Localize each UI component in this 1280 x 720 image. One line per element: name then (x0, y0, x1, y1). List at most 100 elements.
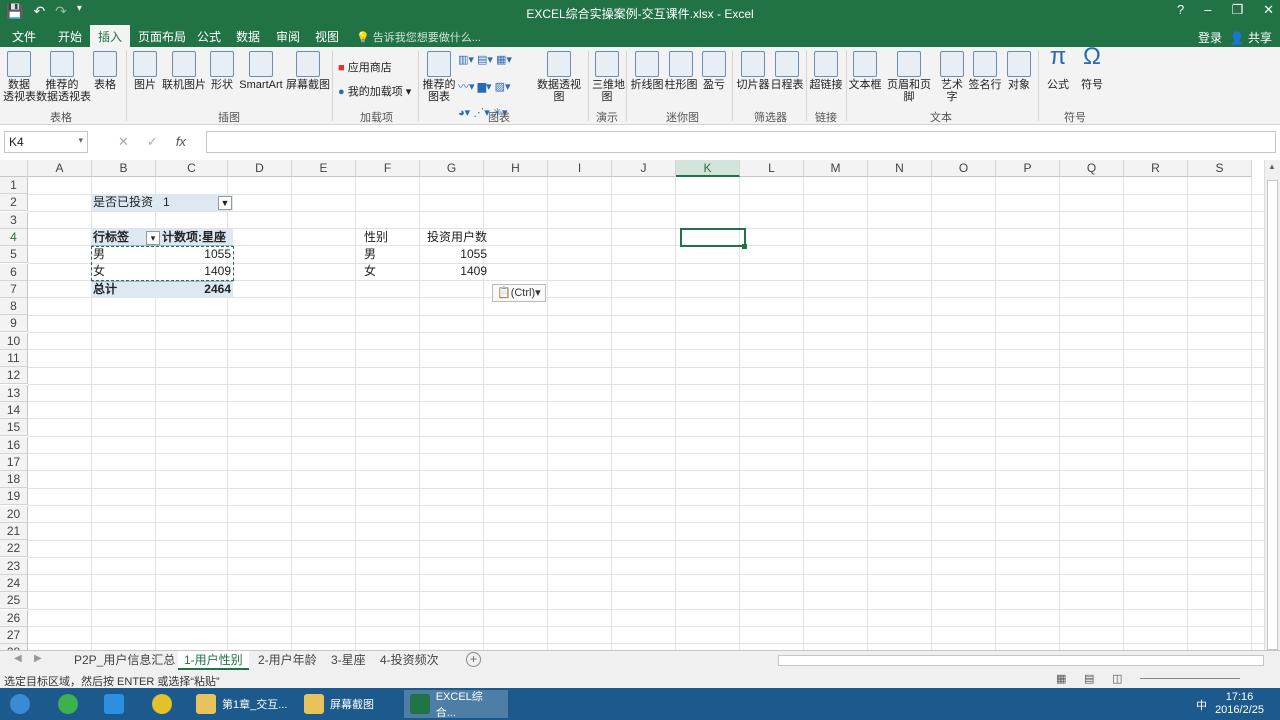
fx-icon[interactable]: fx (176, 134, 186, 150)
normal-view-icon[interactable]: ▦ (1056, 672, 1066, 685)
row-header[interactable]: 25 (0, 592, 28, 610)
ime-indicator[interactable]: 中 (1196, 697, 1207, 713)
scroll-up-icon[interactable]: ▲ (1268, 162, 1276, 171)
row-header[interactable]: 12 (0, 367, 28, 385)
add-sheet-icon[interactable]: + (466, 652, 481, 667)
zoom-slider[interactable] (1140, 678, 1240, 679)
column-header[interactable]: K (676, 160, 740, 177)
column-header[interactable]: J (612, 160, 676, 177)
tab-review[interactable]: 审阅 (276, 28, 300, 45)
hyperlink-button[interactable]: 超链接 (808, 51, 844, 91)
minimize-icon[interactable]: – (1204, 2, 1211, 18)
row-header[interactable]: 15 (0, 419, 28, 437)
timeline-button[interactable]: 日程表 (770, 51, 804, 91)
tab-file[interactable]: 文件 (12, 28, 36, 45)
column-header[interactable]: P (996, 160, 1060, 177)
row-header[interactable]: 17 (0, 453, 28, 471)
row-header[interactable]: 26 (0, 609, 28, 627)
row-header[interactable]: 20 (0, 505, 28, 523)
copy-table-value[interactable]: 1055 (426, 246, 487, 263)
copy-table-label[interactable]: 男 (364, 246, 376, 263)
picture-button[interactable]: 图片 (130, 51, 160, 91)
shapes-button[interactable]: 形状 (208, 51, 236, 91)
row-header[interactable]: 4 (0, 228, 28, 246)
horizontal-scrollbar[interactable] (778, 655, 1264, 666)
tab-formulas[interactable]: 公式 (197, 28, 221, 45)
row-header[interactable]: 24 (0, 574, 28, 592)
taskbar-window[interactable]: 屏幕截图 (298, 690, 402, 718)
column-header[interactable]: Q (1060, 160, 1124, 177)
symbol-button[interactable]: Ω 符号 (1076, 45, 1108, 92)
3d-map-button[interactable]: 三维地 图 (592, 51, 625, 103)
column-header[interactable]: C (156, 160, 228, 177)
pivot-filter-label[interactable]: 是否已投资 (93, 194, 153, 211)
pivot-row-label-header[interactable]: 行标签 (93, 229, 129, 246)
row-header[interactable]: 5 (0, 246, 28, 264)
column-header[interactable]: I (548, 160, 612, 177)
sheet-tab[interactable]: 4-投资频次 (374, 651, 445, 670)
formula-input[interactable] (206, 131, 1276, 153)
scroll-tabs-right-icon[interactable]: ▶ (34, 653, 42, 664)
scroll-tabs-left-icon[interactable]: ◀ (14, 653, 22, 664)
copy-table-label[interactable]: 女 (364, 263, 376, 280)
tab-home[interactable]: 开始 (58, 28, 82, 45)
page-break-view-icon[interactable]: ◫ (1112, 672, 1122, 685)
sparkline-winloss-button[interactable]: 盈亏 (700, 51, 728, 91)
vertical-scroll-thumb[interactable] (1267, 180, 1278, 650)
help-icon[interactable]: ? (1177, 2, 1184, 18)
row-header[interactable]: 1 (0, 177, 28, 194)
column-header[interactable]: D (228, 160, 292, 177)
header-footer-button[interactable]: 页眉和页脚 (882, 51, 936, 103)
taskbar-pinned-app[interactable] (52, 690, 90, 718)
taskbar-window-active[interactable]: EXCEL综合... (404, 690, 508, 719)
pivot-value-header[interactable]: 计数项:星座 (162, 229, 226, 246)
taskbar-window[interactable]: 第1章_交互... (190, 690, 294, 718)
column-header[interactable]: A (28, 160, 92, 177)
table-button[interactable]: 表格 (90, 51, 120, 91)
textbox-button[interactable]: 文本框 (848, 51, 882, 91)
row-header[interactable]: 11 (0, 350, 28, 367)
row-header[interactable]: 3 (0, 211, 28, 229)
row-header[interactable]: 18 (0, 471, 28, 489)
taskbar-pinned-app[interactable] (98, 690, 136, 718)
column-header[interactable]: N (868, 160, 932, 177)
row-header[interactable]: 7 (0, 280, 28, 298)
enter-icon[interactable]: ✓ (147, 134, 158, 150)
column-header[interactable]: E (292, 160, 356, 177)
tab-insert[interactable]: 插入 (90, 25, 131, 47)
sheet-tab[interactable]: P2P_用户信息汇总 (68, 651, 181, 670)
column-header[interactable]: O (932, 160, 996, 177)
copy-table-header[interactable]: 性别 (364, 229, 388, 246)
row-header[interactable]: 19 (0, 488, 28, 506)
tab-page-layout[interactable]: 页面布局 (138, 28, 186, 45)
row-header[interactable]: 14 (0, 401, 28, 419)
restore-icon[interactable]: ❐ (1231, 2, 1243, 18)
dropdown-icon[interactable]: ▾ (146, 231, 160, 245)
sheet-tab[interactable]: 2-用户年龄 (252, 651, 323, 670)
column-header[interactable]: G (420, 160, 484, 177)
app-store-button[interactable]: ■ 应用商店 (338, 59, 392, 75)
wordart-button[interactable]: 艺术字 (936, 51, 968, 103)
name-box[interactable]: K4 ▾ (4, 131, 88, 153)
row-header[interactable]: 2 (0, 194, 28, 212)
taskbar-pinned-app[interactable] (146, 690, 184, 718)
column-header[interactable]: B (92, 160, 156, 177)
close-icon[interactable]: ✕ (1263, 2, 1274, 18)
tell-me-search[interactable]: 💡 告诉我您想要做什么... (356, 29, 481, 45)
slicer-button[interactable]: 切片器 (736, 51, 770, 91)
column-header[interactable]: R (1124, 160, 1188, 177)
sheet-tab[interactable]: 3-星座 (325, 651, 372, 670)
row-header[interactable]: 10 (0, 332, 28, 350)
my-addins-button[interactable]: ● 我的加载项 ▾ (338, 83, 411, 99)
worksheet-grid[interactable]: ABCDEFGHIJKLMNOPQRS 1 2 3 4 5 6 7 8 9 10 11 12 13 14 1… (0, 160, 1280, 650)
fill-handle[interactable] (742, 244, 747, 249)
system-clock[interactable]: 17:16 2016/2/25 (1215, 691, 1264, 717)
pivot-total-value[interactable]: 2464 (162, 281, 231, 298)
smartart-button[interactable]: SmartArt (238, 51, 284, 91)
row-header[interactable]: 6 (0, 263, 28, 281)
signature-button[interactable]: 签名行 (968, 51, 1002, 91)
row-header[interactable]: 21 (0, 523, 28, 540)
column-header[interactable]: L (740, 160, 804, 177)
row-header[interactable]: 13 (0, 384, 28, 402)
share-button[interactable]: 👤 共享 (1230, 29, 1272, 46)
